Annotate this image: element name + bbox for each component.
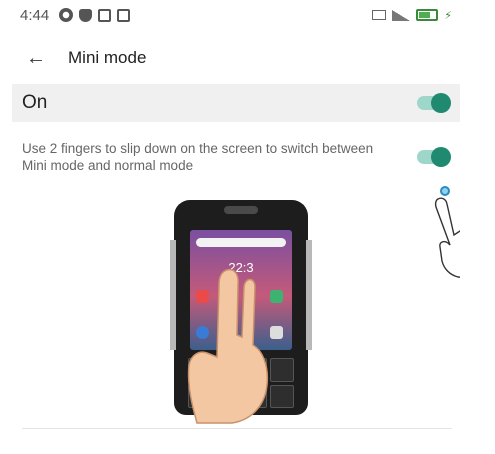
- divider: [22, 428, 452, 429]
- hand-icon: [187, 268, 269, 424]
- square-icon: [98, 8, 112, 22]
- battery-icon: [416, 9, 439, 21]
- gesture-illustration: 22:3: [12, 180, 460, 430]
- toolbar: ← Mini mode: [12, 38, 460, 78]
- status-bar-right: ⚡: [372, 9, 452, 22]
- status-bar: 4:44 ⚡: [12, 0, 460, 30]
- gear-icon: [59, 8, 74, 22]
- phone-search-bar: [196, 238, 286, 247]
- phone-side-frame: [306, 240, 312, 350]
- signal-icon: [392, 9, 411, 21]
- shield-icon: [79, 8, 93, 22]
- main-toggle-row[interactable]: On: [12, 84, 460, 122]
- gesture-description: Use 2 fingers to slip down on the screen…: [22, 141, 374, 173]
- phone-side-frame: [170, 240, 176, 350]
- status-bar-left: 4:44: [20, 6, 131, 24]
- status-time: 4:44: [20, 6, 50, 24]
- switch-knob: [431, 93, 451, 113]
- page-title: Mini mode: [68, 48, 147, 67]
- hd-icon: [372, 10, 387, 20]
- gesture-toggle-switch[interactable]: [417, 147, 451, 167]
- arrow-left-icon[interactable]: ←: [16, 38, 56, 78]
- pointing-hand-icon: [434, 197, 460, 278]
- charging-icon: ⚡: [444, 9, 452, 22]
- square-icon: [117, 8, 131, 22]
- phone-speaker: [224, 206, 258, 214]
- main-toggle-label: On: [22, 92, 48, 113]
- mini-mode-screen: 4:44 ⚡ ← Mini mode On Use 2 fingers to s…: [12, 0, 460, 454]
- main-toggle-switch[interactable]: [417, 93, 451, 113]
- switch-knob: [431, 147, 451, 167]
